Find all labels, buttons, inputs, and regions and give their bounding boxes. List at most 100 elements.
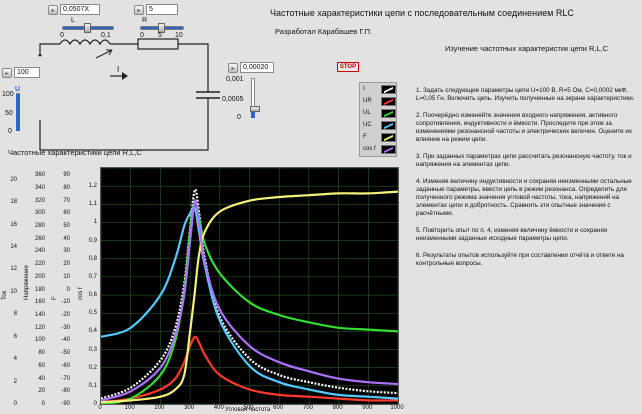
x-tick-label: 700 bbox=[302, 405, 313, 411]
y-tick-label: 4 bbox=[13, 356, 17, 363]
y-tick-label: 60 bbox=[63, 210, 70, 217]
chart-svg bbox=[100, 167, 399, 406]
instruction-item: 1. Задать следующие параметры цепи U=100… bbox=[416, 87, 635, 102]
y-tick-label: 140 bbox=[34, 311, 45, 318]
y-tick-label: 50 bbox=[63, 222, 70, 229]
y-tick-label: 40 bbox=[38, 375, 45, 382]
y-tick-label: 20 bbox=[10, 176, 17, 183]
y-tick-label: 12 bbox=[10, 266, 17, 273]
instruction-item: 4. Изменяя величину индуктивности и сохр… bbox=[416, 178, 632, 217]
capacitor-icon bbox=[196, 91, 220, 99]
y-tick-label: -10 bbox=[61, 299, 70, 306]
y-tick-label: 80 bbox=[38, 350, 45, 357]
x-tick-label: 100 bbox=[124, 405, 135, 411]
instruction-item: 6. Результаты опытов используйте при сос… bbox=[416, 252, 624, 267]
y-axis-title: cos f bbox=[78, 287, 84, 300]
y-tick-label: 0,3 bbox=[88, 346, 97, 353]
instruction-item: 3. При заданных параметрах цепи рассчита… bbox=[416, 153, 632, 168]
legend-label: UL bbox=[363, 110, 371, 116]
instruction-item: 5. Повторить опыт по п. 4, изменяя велич… bbox=[416, 227, 608, 242]
y-tick-label: 60 bbox=[38, 362, 45, 369]
inductor-coil-icon bbox=[59, 39, 111, 46]
y-tick-label: 0,9 bbox=[88, 237, 97, 244]
y-tick-label: 120 bbox=[34, 324, 45, 331]
instructions-panel: 1. Задать следующие параметры цепи U=100… bbox=[416, 87, 638, 277]
y-tick-label: 0,4 bbox=[88, 328, 97, 335]
y-tick-label: -80 bbox=[61, 388, 70, 395]
y-tick-label: -30 bbox=[61, 324, 70, 331]
x-tick-label: 600 bbox=[273, 405, 284, 411]
y-tick-label: 14 bbox=[10, 244, 17, 251]
y-tick-label: 0,8 bbox=[88, 255, 97, 262]
legend-swatch-icon bbox=[381, 133, 396, 145]
y-tick-label: -90 bbox=[61, 401, 70, 407]
y-tick-label: 10 bbox=[63, 273, 70, 280]
legend-item[interactable]: UL bbox=[360, 108, 398, 121]
y-tick-label: 240 bbox=[34, 248, 45, 255]
y-axis-title: F bbox=[52, 296, 58, 300]
chart-y-axes: 0 2 4 6 8 10 12 14 16 18 20 0 20 40 60 80 100 120 140 160 1 8… bbox=[0, 160, 100, 410]
y-tick-label: 0,1 bbox=[88, 382, 97, 389]
legend-item[interactable]: F bbox=[360, 132, 398, 145]
y-tick-label: -70 bbox=[61, 375, 70, 382]
legend-swatch-icon bbox=[381, 97, 396, 109]
y-tick-label: 320 bbox=[34, 197, 45, 204]
x-tick-label: 300 bbox=[184, 405, 195, 411]
y-tick-label: 340 bbox=[34, 184, 45, 191]
legend-swatch-icon bbox=[381, 121, 396, 133]
legend-label: cos f bbox=[363, 146, 376, 152]
y-tick-label: -60 bbox=[61, 362, 70, 369]
legend-label: UC bbox=[363, 122, 372, 128]
y-tick-label: 30 bbox=[63, 248, 70, 255]
y-tick-label: 16 bbox=[10, 221, 17, 228]
y-axis-title: Напряжение bbox=[24, 265, 30, 300]
y-tick-label: 0,5 bbox=[88, 310, 97, 317]
y-tick-label: 0,2 bbox=[88, 364, 97, 371]
y-tick-label: 0,7 bbox=[88, 273, 97, 280]
y-tick-label: 8 bbox=[13, 311, 17, 318]
legend-label: F bbox=[363, 134, 367, 140]
y-tick-label: 70 bbox=[63, 197, 70, 204]
legend-item[interactable]: cos f bbox=[360, 144, 398, 157]
y-tick-label: 1 bbox=[93, 219, 97, 226]
legend-item[interactable]: I bbox=[360, 84, 398, 97]
wire-left bbox=[39, 43, 60, 53]
y-tick-label: -50 bbox=[61, 350, 70, 357]
y-tick-label: -40 bbox=[61, 337, 70, 344]
legend-label: I bbox=[363, 86, 365, 92]
y-tick-label: 260 bbox=[34, 235, 45, 242]
y-axis-title: Ток bbox=[2, 290, 8, 300]
chart-legend: I UR UL UC F cos f bbox=[359, 82, 397, 157]
x-tick-label: 200 bbox=[154, 405, 165, 411]
y-tick-label: 280 bbox=[34, 222, 45, 229]
legend-label: UR bbox=[363, 98, 372, 104]
y-tick-label: 80 bbox=[63, 184, 70, 191]
y-tick-label: 0 bbox=[13, 401, 17, 407]
x-tick-label: 1000 bbox=[390, 405, 404, 411]
y-tick-label: 2 bbox=[13, 378, 17, 385]
y-tick-label: 0 bbox=[66, 286, 70, 293]
chart-title: Частотные характеристики цепи R,L,C bbox=[8, 148, 142, 157]
legend-item[interactable]: UC bbox=[360, 120, 398, 133]
y-tick-label: 360 bbox=[34, 172, 45, 179]
legend-swatch-icon bbox=[381, 109, 396, 121]
legend-swatch-icon bbox=[381, 85, 396, 97]
y-tick-label: 1,2 bbox=[88, 183, 97, 190]
y-tick-label: 1,1 bbox=[88, 201, 97, 208]
stop-button[interactable]: STOP bbox=[337, 62, 359, 72]
y-tick-label: 6 bbox=[13, 333, 17, 340]
y-tick-label: 18 bbox=[10, 199, 17, 206]
y-tick-label: 40 bbox=[63, 235, 70, 242]
instruction-item: 2. Поочерёдно изменяйте значения входног… bbox=[416, 112, 633, 143]
circuit-diagram bbox=[38, 38, 220, 151]
current-label: I bbox=[117, 65, 120, 74]
legend-item[interactable]: UR bbox=[360, 96, 398, 109]
x-tick-label: 800 bbox=[332, 405, 343, 411]
x-tick-label: 900 bbox=[362, 405, 373, 411]
y-tick-label: 20 bbox=[63, 261, 70, 268]
chart-plot-area bbox=[100, 167, 399, 406]
resistor-icon bbox=[137, 38, 179, 50]
subtitle-label: Изучение частотных характеристик цепи R,… bbox=[445, 44, 609, 53]
legend-swatch-icon bbox=[381, 145, 396, 157]
chart-xlabel: Угловая частота bbox=[225, 407, 271, 413]
